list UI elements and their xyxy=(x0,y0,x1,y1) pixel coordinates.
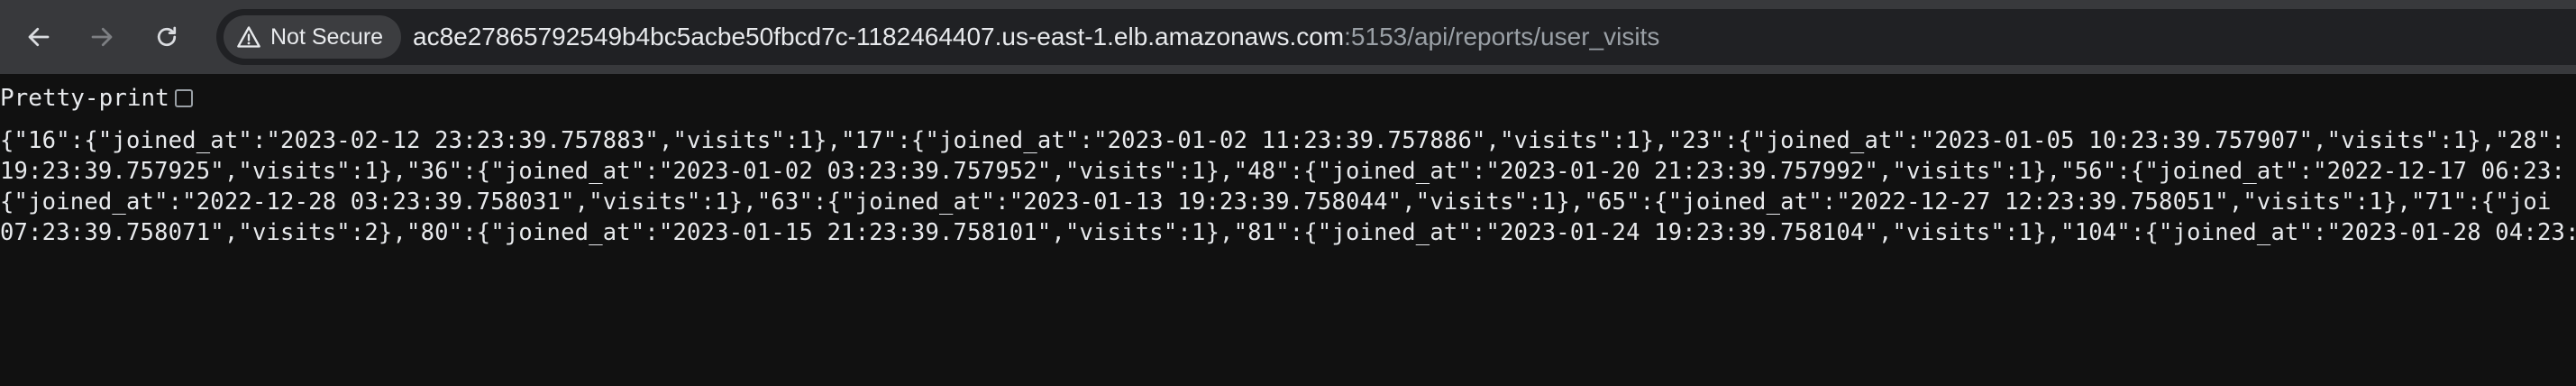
security-label: Not Secure xyxy=(270,23,384,50)
json-body: {"16":{"joined_at":"2023-02-12 23:23:39.… xyxy=(0,125,2576,248)
url-text[interactable]: ac8e27865792549b4bc5acbe50fbcd7c-1182464… xyxy=(413,9,1659,65)
url-host: ac8e27865792549b4bc5acbe50fbcd7c-1182464… xyxy=(413,23,1345,51)
browser-toolbar: Not Secure ac8e27865792549b4bc5acbe50fbc… xyxy=(0,0,2576,74)
reload-button[interactable] xyxy=(143,14,190,60)
security-chip[interactable]: Not Secure xyxy=(224,15,402,59)
pretty-print-checkbox[interactable] xyxy=(174,89,193,107)
pretty-print-toggle[interactable]: Pretty-print xyxy=(0,84,193,113)
back-arrow-icon xyxy=(28,27,50,47)
forward-arrow-icon xyxy=(91,27,113,47)
json-text-line: {"joined_at":"2022-12-28 03:23:39.758031… xyxy=(0,188,2552,216)
json-viewer: Pretty-print {"16":{"joined_at":"2023-02… xyxy=(0,74,2576,386)
forward-button[interactable] xyxy=(78,14,125,60)
pretty-print-label: Pretty-print xyxy=(0,85,169,112)
json-text-line: 07:23:39.758071","visits":2},"80":{"join… xyxy=(0,219,2576,246)
address-bar[interactable]: Not Secure ac8e27865792549b4bc5acbe50fbc… xyxy=(216,9,2576,65)
warning-triangle-icon xyxy=(237,26,260,48)
url-path: :5153/api/reports/user_visits xyxy=(1344,23,1660,51)
reload-icon xyxy=(157,26,177,47)
json-text-line: 19:23:39.757925","visits":1},"36":{"join… xyxy=(0,158,2566,185)
json-text-line: {"16":{"joined_at":"2023-02-12 23:23:39.… xyxy=(0,127,2566,154)
back-button[interactable] xyxy=(15,14,62,60)
